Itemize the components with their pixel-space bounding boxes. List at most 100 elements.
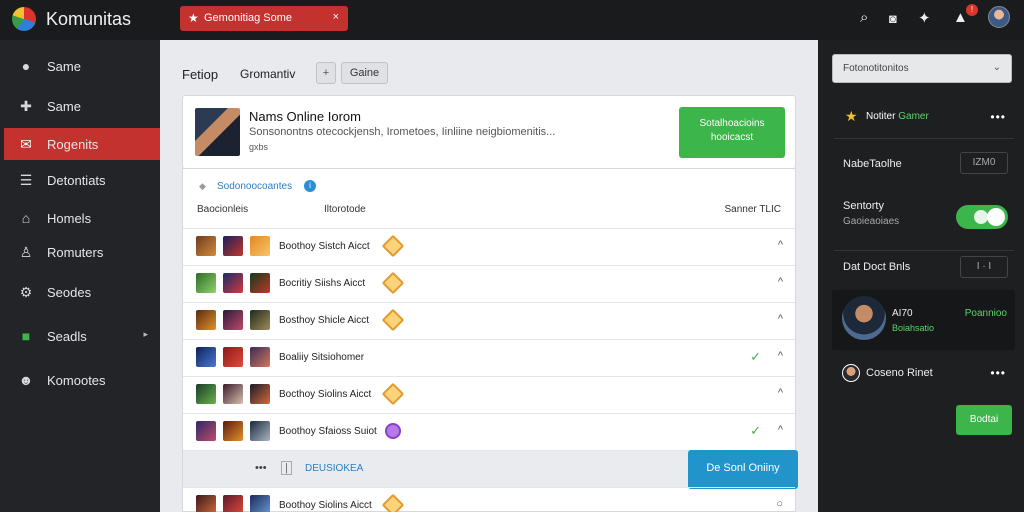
game-thumb [196, 495, 216, 512]
gem-icon [381, 382, 405, 406]
section-title-accent: Gamer [898, 111, 929, 122]
sidebar-item-label: Seodes [47, 285, 92, 300]
table-row[interactable]: Boothoy Sfaioss Suiot ✓ ^ [183, 413, 795, 450]
window-icon[interactable]: ◙ [889, 11, 897, 26]
game-thumb [196, 384, 216, 404]
game-thumb [250, 310, 270, 330]
game-thumb [250, 347, 270, 367]
list-title[interactable]: Sodonoocoantes [217, 181, 292, 192]
user-subtitle: Boiahsatio [892, 323, 935, 333]
check-icon: ✓ [750, 349, 761, 364]
group-icon: ☻ [18, 372, 34, 388]
chevron-down-icon: ⌄ [992, 62, 1001, 73]
filter-select[interactable]: Fotonotitonitos ⌄ [832, 54, 1012, 83]
filter-three[interactable]: Sanner TLIC [724, 204, 781, 215]
table-row[interactable]: Bocthoy Siolins Aicct ^ [183, 376, 795, 413]
divider [834, 138, 1014, 139]
filter-one[interactable]: Baocionleis [197, 204, 248, 215]
table-row[interactable]: Boaliiy Sitsiohomer ✓ ^ [183, 339, 795, 376]
select-label: Fotonotitonitos [843, 63, 909, 74]
sidebar-item-games[interactable]: ✚ Same [4, 90, 160, 122]
game-button[interactable]: Gaine [341, 62, 388, 84]
field-value-box[interactable]: I · I [960, 256, 1008, 278]
sidebar-item-home[interactable]: ⌂ Homels [4, 202, 160, 234]
check-icon: ✓ [750, 423, 761, 438]
radio-icon[interactable]: ○ [776, 498, 783, 510]
home-icon: ⌂ [21, 210, 31, 226]
gem-icon [381, 234, 405, 258]
sidebar: ● Same ✚ Same ✉ Rogenits ☰ Detontiats ⌂ … [0, 40, 167, 512]
join-button-line1: Sotalhoacioins [699, 118, 765, 129]
caret-up-icon[interactable]: ^ [778, 424, 783, 436]
list-footer-row: ••• | DEUSIOKEA De Sonl Oniiny [183, 450, 798, 489]
chat-icon: ● [21, 58, 31, 74]
top-bar: Komunitas ★ Gemonitiag Some × ⌕ ◙ ✦ ▲ ! [0, 0, 1024, 40]
table-row[interactable]: Bosthoy Shicle Aicct ^ [183, 302, 795, 339]
user-icon: ♙ [19, 244, 33, 260]
footer-link[interactable]: DEUSIOKEA [305, 463, 363, 474]
sidebar-item-community[interactable]: ☻ Komootes [4, 364, 160, 396]
alert-close-button[interactable]: × [333, 11, 339, 23]
caret-up-icon[interactable]: ^ [778, 350, 783, 362]
security-toggle[interactable] [956, 205, 1008, 229]
toggle-knob [987, 208, 1005, 226]
search-icon[interactable]: ⌕ [860, 9, 868, 26]
sidebar-item-details[interactable]: ☰ Detontiats [4, 164, 160, 196]
add-button[interactable]: + [316, 62, 336, 84]
info-icon[interactable]: i [304, 180, 316, 192]
app-logo-icon[interactable] [12, 7, 36, 31]
table-row[interactable]: Boothoy Siolins Aicct ○ [183, 487, 795, 512]
avatar [842, 364, 860, 382]
expand-arrow-icon[interactable]: ▸ [143, 329, 148, 340]
caret-up-icon[interactable]: ^ [778, 239, 783, 251]
sidebar-item-label: Homels [47, 211, 92, 226]
game-thumb [250, 495, 270, 512]
field-value-box[interactable]: IZM0 [960, 152, 1008, 174]
filter-two[interactable]: Iltorotode [324, 204, 366, 215]
sidebar-item-settings[interactable]: ⚙ Seodes [4, 276, 160, 308]
sidebar-item-users[interactable]: ♙ Romuters [4, 236, 160, 268]
join-button[interactable]: Sotalhoacioins hooicacst [679, 107, 785, 158]
folder-icon: ■ [21, 328, 31, 344]
join-button-line2: hooicacst [710, 132, 754, 143]
caret-up-icon[interactable]: ^ [778, 276, 783, 288]
breadcrumb-second[interactable]: Gromantiv [240, 67, 295, 81]
community-avatar [195, 108, 240, 156]
community-title: Nams Online Iorom [249, 109, 361, 124]
sidebar-item-chat[interactable]: ● Same [4, 50, 160, 82]
user-status: Poannioo [964, 308, 1007, 319]
alert-banner[interactable]: ★ Gemonitiag Some × [180, 6, 348, 31]
sidebar-item-messages[interactable]: ✉ Rogenits [4, 128, 167, 160]
breadcrumb-first[interactable]: Fetiop [182, 67, 218, 82]
envelope-icon: ✉ [20, 136, 32, 152]
user-card[interactable]: AI70 Boiahsatio Poannioo [832, 290, 1015, 350]
row-label: Bosthoy Shicle Aicct [279, 315, 370, 326]
gem-icon [381, 308, 405, 332]
sidebar-item-folders[interactable]: ■ Seadls ▸ [4, 320, 160, 352]
game-thumb [223, 495, 243, 512]
table-row[interactable]: Bocritiy Siishs Aicct ^ [183, 265, 795, 302]
caret-up-icon[interactable]: ^ [778, 387, 783, 399]
send-online-button[interactable]: De Sonl Oniiny [688, 450, 798, 489]
community-header-card: Nams Online Iorom Sonsonontns otecockjen… [182, 95, 796, 169]
gamepad-icon: ✚ [20, 98, 32, 114]
avatar [842, 296, 886, 340]
gem-icon [381, 493, 405, 512]
field-label: Sentorty [843, 200, 884, 212]
field-label: Dat Doct Bnls [843, 261, 911, 273]
sidebar-item-label: Romuters [47, 245, 104, 260]
game-thumb [250, 273, 270, 293]
caret-up-icon[interactable]: ^ [778, 313, 783, 325]
more-options-icon[interactable]: ••• [990, 366, 1006, 380]
puzzle-icon[interactable]: ✦ [918, 9, 931, 27]
more-icon[interactable]: ••• [255, 462, 267, 474]
table-row[interactable]: Boothoy Sistch Aicct ^ [183, 228, 795, 265]
game-thumb [196, 347, 216, 367]
user-avatar[interactable] [988, 6, 1010, 28]
game-thumb [196, 236, 216, 256]
right-panel: Fotonotitonitos ⌄ ★ Notiter Gamer ••• Na… [818, 40, 1024, 512]
row-label: Boothoy Sistch Aicct [279, 241, 370, 252]
avatar-tag: gxbs [249, 142, 269, 152]
more-options-icon[interactable]: ••• [990, 110, 1006, 124]
panel-action-button[interactable]: Bodtai [956, 405, 1012, 435]
